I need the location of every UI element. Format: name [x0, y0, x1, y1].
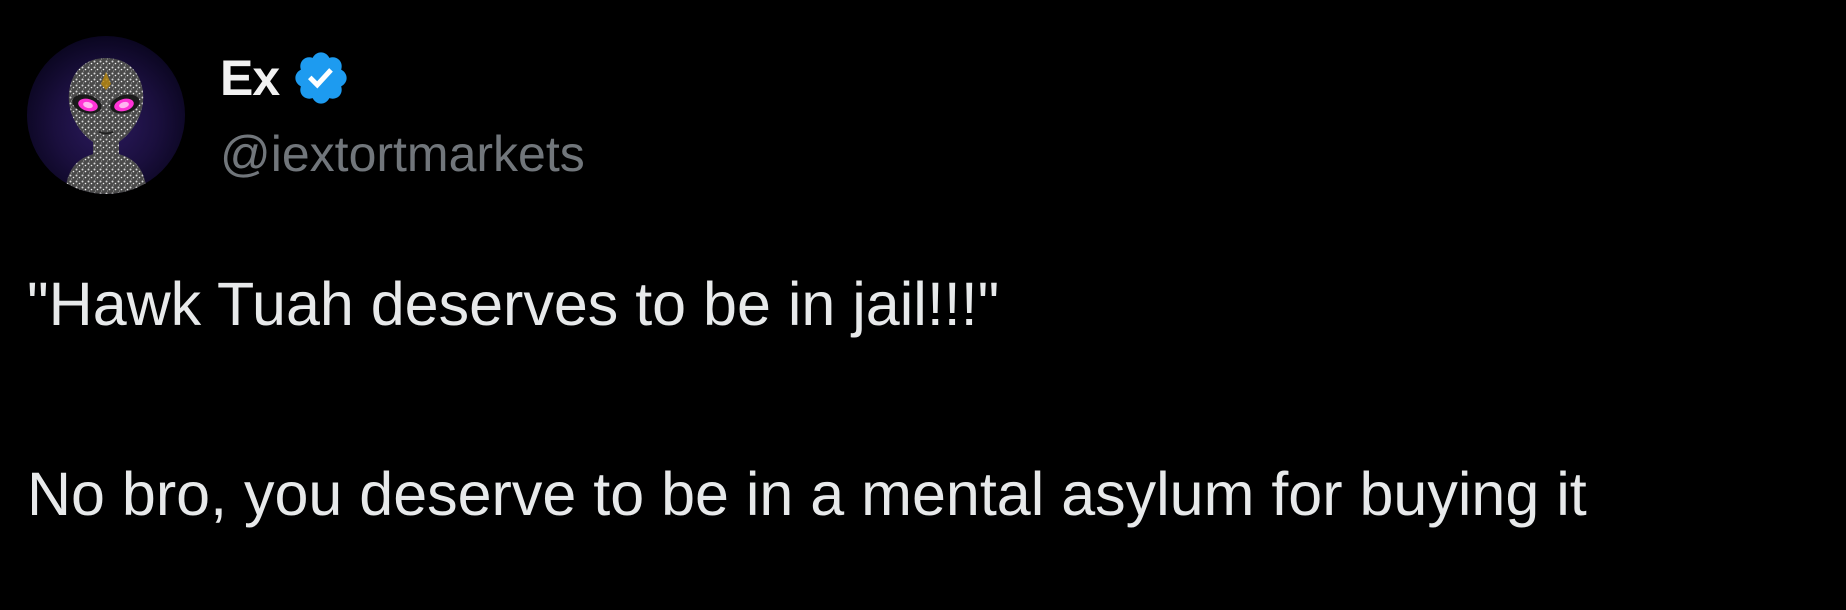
alien-portrait-avatar-icon [27, 36, 185, 194]
tweet: Ex @iextortmarkets "Hawk Tuah deserves t… [0, 0, 1846, 610]
author-display-name[interactable]: Ex [220, 49, 280, 107]
tweet-text-line: "Hawk Tuah deserves to be in jail!!!" [27, 270, 1000, 338]
author-handle[interactable]: @iextortmarkets [220, 122, 585, 186]
tweet-text-line: No bro, you deserve to be in a mental as… [27, 460, 1587, 528]
verified-badge-icon[interactable] [291, 48, 351, 108]
author-name-row: Ex [220, 46, 351, 110]
avatar[interactable] [27, 36, 185, 194]
